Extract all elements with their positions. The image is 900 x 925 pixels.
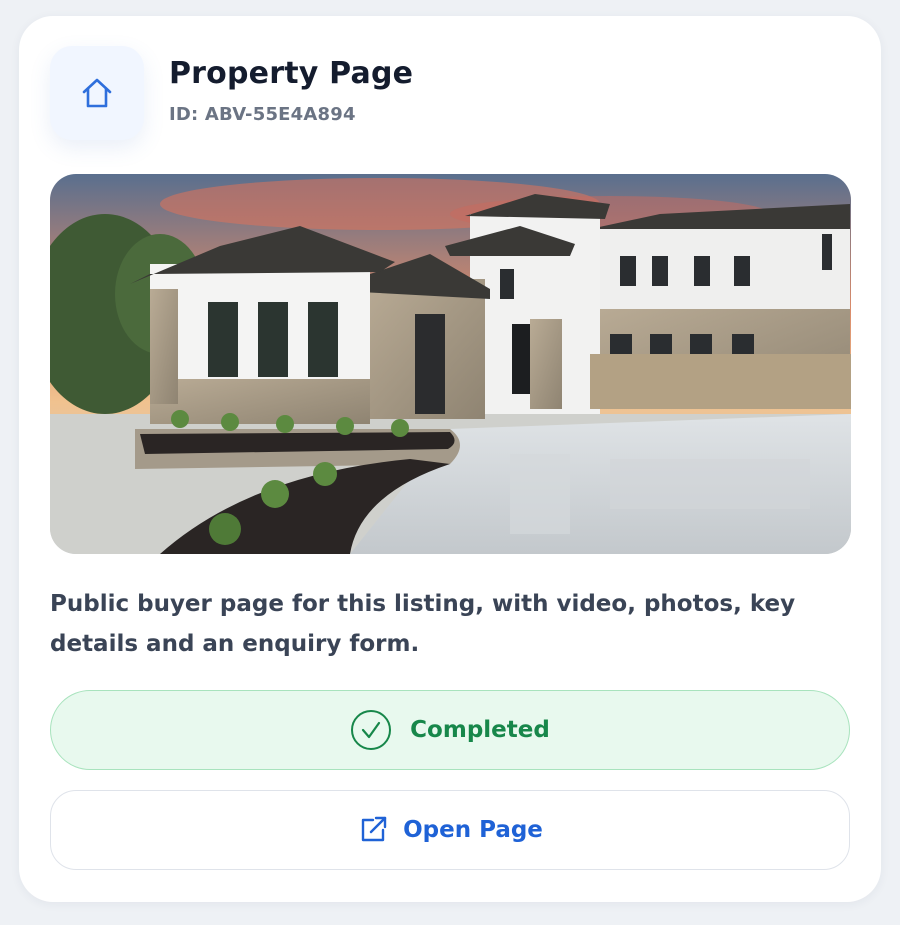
open-page-label: Open Page <box>403 817 543 843</box>
page-title: Property Page <box>169 56 414 91</box>
header-icon-tile <box>50 46 144 140</box>
external-link-icon <box>357 814 389 846</box>
description-text: Public buyer page for this listing, with… <box>50 591 796 657</box>
status-badge: Completed <box>50 690 850 770</box>
check-circle-icon <box>350 709 392 751</box>
home-icon <box>79 75 115 111</box>
property-id: ID: ABV-55E4A894 <box>169 104 356 125</box>
status-label: Completed <box>410 717 550 743</box>
property-page-card: Property Page ID: ABV-55E4A894 Public bu… <box>19 16 881 902</box>
property-photo <box>50 174 851 554</box>
open-page-button[interactable]: Open Page <box>50 790 850 870</box>
